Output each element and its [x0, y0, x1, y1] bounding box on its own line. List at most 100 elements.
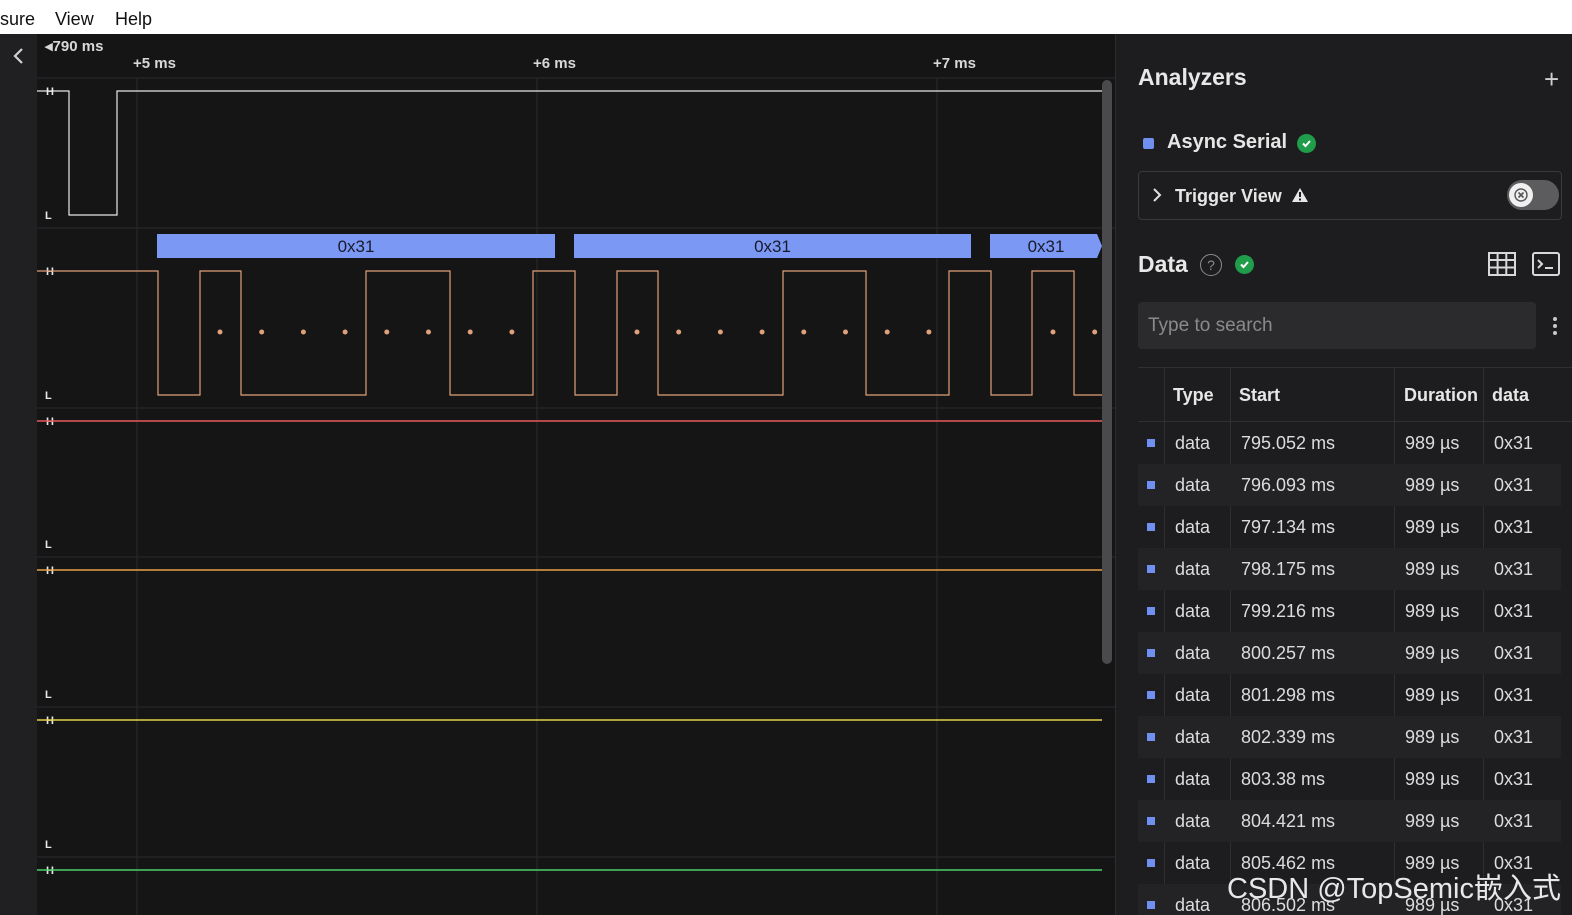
bit-sample-dot — [759, 329, 765, 335]
column-header-type[interactable]: Type — [1173, 385, 1214, 406]
menu-measure[interactable]: sure — [0, 9, 35, 30]
bit-sample-dot — [884, 329, 890, 335]
cell-duration: 989 µs — [1405, 433, 1460, 453]
menu-view[interactable]: View — [55, 9, 94, 30]
waveform-view[interactable]: ◂790 ms +5 ms +6 ms +7 ms H L H L H L H L H L H 0x3… — [0, 34, 1115, 915]
bit-sample-dot — [259, 329, 265, 335]
cell-start: 802.339 ms — [1241, 727, 1336, 747]
close-icon — [1509, 183, 1533, 207]
table-row[interactable]: data 801.298 ms 989 µs 0x31 — [1138, 674, 1561, 716]
check-icon — [1235, 255, 1254, 274]
data-title: Data — [1138, 251, 1188, 277]
analyzer-color-swatch — [1143, 138, 1154, 149]
table-row[interactable]: data 799.216 ms 989 µs 0x31 — [1138, 590, 1561, 632]
table-header: Type Start Duration data — [1138, 367, 1572, 422]
table-row[interactable]: data 797.134 ms 989 µs 0x31 — [1138, 506, 1561, 548]
table-row[interactable]: data 798.175 ms 989 µs 0x31 — [1138, 548, 1561, 590]
high-level-label: H — [46, 416, 54, 428]
table-row[interactable]: data 800.257 ms 989 µs 0x31 — [1138, 632, 1561, 674]
high-level-label: H — [46, 266, 54, 278]
cell-type: data — [1175, 769, 1211, 789]
bit-sample-dot — [509, 329, 515, 335]
cell-data: 0x31 — [1494, 811, 1534, 831]
data-table: Type Start Duration data data 795.052 ms 9… — [1138, 367, 1572, 915]
channel-1-signal — [37, 270, 1102, 396]
high-level-label: H — [46, 86, 54, 98]
row-color-marker — [1147, 607, 1155, 615]
cell-type: data — [1175, 517, 1211, 537]
column-header-start[interactable]: Start — [1239, 385, 1280, 406]
cell-duration: 989 µs — [1405, 475, 1460, 495]
analyzers-title: Analyzers — [1138, 64, 1247, 90]
watermark: CSDN @TopSemic嵌入式 — [1227, 873, 1561, 905]
analyzer-name[interactable]: Async Serial — [1167, 131, 1287, 154]
side-panel: Analyzers + Async Serial Trigger View Da… — [1115, 34, 1572, 915]
cell-type: data — [1175, 643, 1211, 663]
cell-type: data — [1175, 685, 1211, 705]
cell-type: data — [1175, 475, 1211, 495]
cell-type: data — [1175, 895, 1211, 915]
bit-sample-dot — [1050, 329, 1056, 335]
check-icon — [1297, 134, 1316, 153]
cell-data: 0x31 — [1494, 433, 1534, 453]
cell-start: 799.216 ms — [1241, 601, 1336, 621]
bit-sample-dot — [217, 329, 223, 335]
menu-help[interactable]: Help — [115, 9, 152, 30]
cell-start: 798.175 ms — [1241, 559, 1336, 579]
row-color-marker — [1147, 649, 1155, 657]
column-header-data[interactable]: data — [1492, 385, 1529, 406]
table-row[interactable]: data 802.339 ms 989 µs 0x31 — [1138, 716, 1561, 758]
waveform-scrollbar[interactable] — [1102, 80, 1112, 664]
row-color-marker — [1147, 439, 1155, 447]
table-row[interactable]: data 795.052 ms 989 µs 0x31 — [1138, 422, 1561, 464]
row-color-marker — [1147, 565, 1155, 573]
plus-icon[interactable]: + — [1544, 64, 1559, 95]
row-color-marker — [1147, 901, 1155, 909]
cell-duration: 989 µs — [1405, 601, 1460, 621]
help-icon[interactable]: ? — [1200, 254, 1222, 276]
chevron-right-icon — [1153, 188, 1162, 202]
low-level-label: L — [45, 390, 52, 402]
cell-start: 800.257 ms — [1241, 643, 1336, 663]
table-row[interactable]: data 803.38 ms 989 µs 0x31 — [1138, 758, 1561, 800]
table-icon[interactable] — [1488, 252, 1516, 276]
cell-start: 803.38 ms — [1241, 769, 1326, 789]
row-color-marker — [1147, 817, 1155, 825]
more-options-icon[interactable] — [1552, 316, 1558, 336]
decoded-frame-label: 0x31 — [338, 237, 375, 256]
decoded-frame-label: 0x31 — [754, 237, 791, 256]
cell-data: 0x31 — [1494, 559, 1534, 579]
trigger-toggle[interactable] — [1507, 180, 1559, 210]
trigger-view-row[interactable]: Trigger View — [1138, 171, 1562, 220]
bit-sample-dot — [926, 329, 932, 335]
bit-sample-dot — [384, 329, 390, 335]
cell-duration: 989 µs — [1405, 517, 1460, 537]
cell-start: 796.093 ms — [1241, 475, 1336, 495]
cell-start: 797.134 ms — [1241, 517, 1336, 537]
menu-bar: sure View Help — [0, 0, 1572, 34]
table-row[interactable]: data 804.421 ms 989 µs 0x31 — [1138, 800, 1561, 842]
cell-duration: 989 µs — [1405, 559, 1460, 579]
decoded-frame-label: 0x31 — [1028, 237, 1065, 256]
bit-sample-dot — [634, 329, 640, 335]
cell-type: data — [1175, 559, 1211, 579]
waveform-canvas: H L H L H L H L H L H 0x31 0x31 0x31 — [37, 77, 1115, 915]
cell-duration: 989 µs — [1405, 643, 1460, 663]
high-level-label: H — [46, 565, 54, 577]
bit-sample-dot — [467, 329, 473, 335]
search-input[interactable] — [1138, 302, 1536, 349]
cell-duration: 989 µs — [1405, 685, 1460, 705]
cell-data: 0x31 — [1494, 517, 1534, 537]
bit-sample-dot — [426, 329, 431, 335]
bit-sample-dot — [717, 329, 723, 335]
table-row[interactable]: data 796.093 ms 989 µs 0x31 — [1138, 464, 1561, 506]
column-header-duration[interactable]: Duration — [1404, 385, 1478, 406]
cell-start: 795.052 ms — [1241, 433, 1336, 453]
terminal-icon[interactable] — [1532, 252, 1560, 276]
cell-data: 0x31 — [1494, 769, 1534, 789]
row-color-marker — [1147, 775, 1155, 783]
low-level-label: L — [45, 689, 52, 701]
warning-icon — [1292, 188, 1308, 202]
cell-data: 0x31 — [1494, 685, 1534, 705]
bit-sample-dot — [342, 329, 348, 335]
